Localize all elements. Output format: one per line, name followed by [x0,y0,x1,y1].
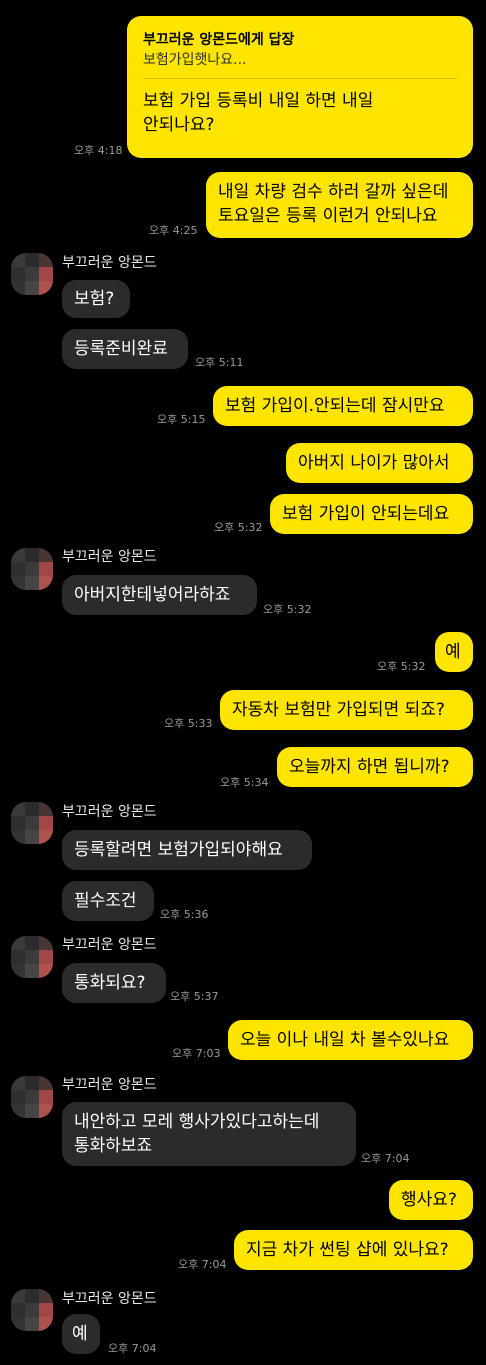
message-text: 아버지 나이가 많아서 [298,453,450,473]
reply-header: 부끄러운 앙몬드에게 답장 [143,32,295,48]
sender-name: 부끄러운 앙몬드 [62,549,157,565]
message-text: 오늘까지 하면 됩니까? [289,757,450,777]
reply-divider [143,78,457,79]
their-message-bubble[interactable]: 필수조건 [62,881,154,921]
reply-message-bubble[interactable]: 부끄러운 앙몬드에게 답장 보험가입햇나요... 보험 가입 등록비 내일 하면… [127,16,473,158]
timestamp: 오후 7:03 [172,1047,221,1060]
avatar[interactable] [11,936,53,978]
reply-quote: 보험가입햇나요... [143,52,247,68]
sender-name: 부끄러운 앙몬드 [62,1077,157,1093]
their-message-bubble[interactable]: 예 [62,1314,100,1354]
timestamp: 오후 4:18 [74,144,123,157]
message-text: 보험 가입이.안되는데 잠시만요 [225,396,445,416]
my-message-bubble[interactable]: 지금 차가 썬팅 샵에 있나요? [234,1230,473,1270]
avatar[interactable] [11,802,53,844]
timestamp: 오후 5:32 [214,521,263,534]
timestamp: 오후 5:32 [377,660,426,673]
their-message-bubble[interactable]: 보험? [62,280,130,318]
timestamp: 오후 7:04 [361,1152,410,1165]
timestamp: 오후 4:25 [149,224,198,237]
their-message-bubble[interactable]: 내안하고 모레 행사가있다고하는데 통화하보죠 [62,1102,356,1166]
my-message-bubble[interactable]: 자동차 보험만 가입되면 되죠? [220,690,473,730]
my-message-bubble[interactable]: 보험 가입이 안되는데요 [270,494,473,534]
my-message-bubble[interactable]: 예 [435,632,473,672]
timestamp: 오후 5:32 [263,603,312,616]
avatar[interactable] [11,253,53,295]
my-message-bubble[interactable]: 오늘 이나 내일 차 볼수있나요 [228,1020,473,1060]
avatar[interactable] [11,548,53,590]
sender-name: 부끄러운 앙몬드 [62,1291,157,1307]
timestamp: 오후 5:36 [160,908,209,921]
their-message-bubble[interactable]: 아버지한테넣어라하죠 [62,575,257,615]
message-text: 토요일은 등록 이런거 안되나요 [218,206,438,226]
message-text: 보험 가입 등록비 내일 하면 내일 [143,91,374,111]
avatar[interactable] [11,1076,53,1118]
timestamp: 오후 5:33 [164,717,213,730]
my-message-bubble[interactable]: 아버지 나이가 많아서 [286,443,473,483]
timestamp: 오후 5:11 [195,356,244,369]
message-text: 등록준비완료 [74,339,168,359]
timestamp: 오후 7:04 [108,1342,157,1355]
message-text: 내안하고 모레 행사가있다고하는데 [74,1112,320,1132]
message-text: 오늘 이나 내일 차 볼수있나요 [240,1030,450,1050]
message-text: 예 [445,642,461,662]
sender-name: 부끄러운 앙몬드 [62,804,157,820]
message-text: 지금 차가 썬팅 샵에 있나요? [246,1240,449,1260]
their-message-bubble[interactable]: 등록준비완료 [62,329,188,369]
chat-view[interactable]: 부끄러운 앙몬드에게 답장 보험가입햇나요... 보험 가입 등록비 내일 하면… [0,0,486,1365]
message-text: 아버지한테넣어라하죠 [74,585,231,605]
my-message-bubble[interactable]: 행사요? [389,1180,473,1220]
my-message-bubble[interactable]: 내일 차량 검수 하러 갈까 싶은데 토요일은 등록 이런거 안되나요 [206,172,473,238]
message-text: 안되나요? [143,115,215,135]
timestamp: 오후 5:15 [157,413,206,426]
message-text: 통화되요? [74,973,146,993]
timestamp: 오후 7:04 [178,1258,227,1271]
message-text: 예 [72,1324,88,1344]
avatar[interactable] [11,1289,53,1331]
message-text: 내일 차량 검수 하러 갈까 싶은데 [218,182,449,202]
my-message-bubble[interactable]: 보험 가입이.안되는데 잠시만요 [213,386,473,426]
message-text: 통화하보죠 [74,1136,153,1156]
message-text: 필수조건 [74,891,137,911]
message-text: 보험 가입이 안되는데요 [282,504,450,524]
message-text: 보험? [74,289,115,309]
timestamp: 오후 5:34 [220,776,269,789]
their-message-bubble[interactable]: 통화되요? [62,963,166,1003]
message-text: 행사요? [401,1190,457,1210]
their-message-bubble[interactable]: 등록할려면 보험가입되야해요 [62,830,312,870]
my-message-bubble[interactable]: 오늘까지 하면 됩니까? [277,747,473,787]
message-text: 자동차 보험만 가입되면 되죠? [232,700,445,720]
message-text: 등록할려면 보험가입되야해요 [74,840,283,860]
sender-name: 부끄러운 앙몬드 [62,255,157,271]
sender-name: 부끄러운 앙몬드 [62,937,157,953]
timestamp: 오후 5:37 [170,990,219,1003]
